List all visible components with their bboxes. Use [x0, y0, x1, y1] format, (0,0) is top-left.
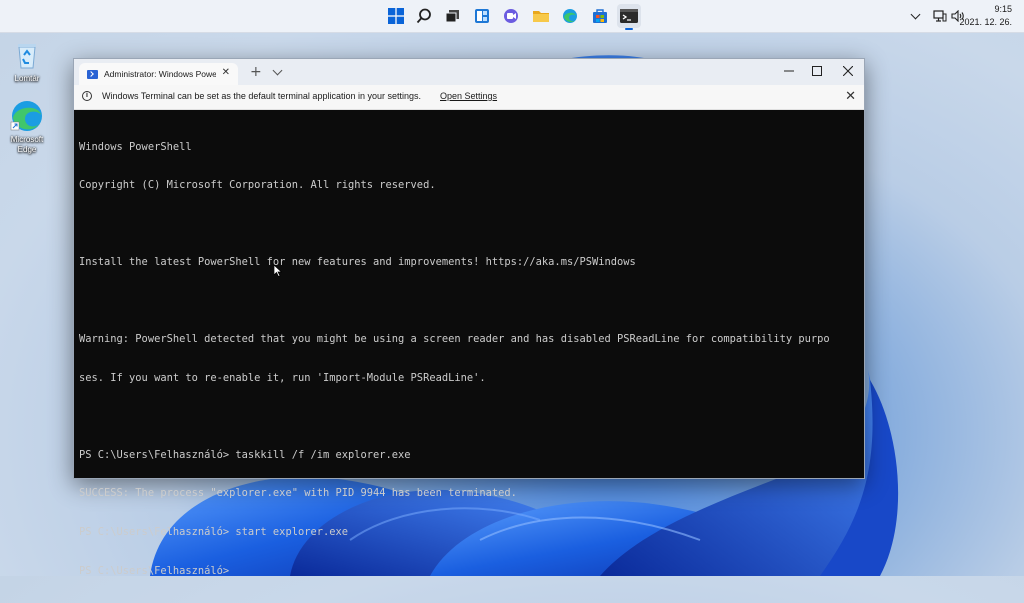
chevron-up-icon[interactable] [909, 9, 923, 23]
console-line: Install the latest PowerShell for new fe… [79, 256, 636, 269]
terminal-window: Administrator: Windows PowerShell ✕ + i … [73, 58, 865, 577]
info-icon: i [82, 91, 92, 101]
maximize-button[interactable] [802, 59, 832, 83]
widgets-icon[interactable] [470, 4, 494, 28]
tab-title: Administrator: Windows PowerShell [104, 69, 216, 79]
start-icon[interactable] [384, 4, 408, 28]
clock[interactable]: 9:15 2021. 12. 26. [959, 3, 1012, 29]
console-prompt[interactable]: PS C:\Users\Felhasználó> [79, 565, 859, 578]
new-tab-button[interactable]: + [250, 64, 262, 80]
console-line: PS C:\Users\Felhasználó> start explorer.… [79, 526, 348, 538]
chat-icon[interactable] [499, 4, 523, 28]
system-tray [909, 0, 965, 32]
close-icon[interactable]: ✕ [222, 67, 230, 78]
taskbar: 9:15 2021. 12. 26. [0, 0, 1024, 33]
console-line: ses. If you want to re-enable it, run 'I… [79, 371, 486, 384]
edge-icon[interactable] [558, 4, 582, 28]
console-line: Windows PowerShell [79, 140, 192, 153]
default-terminal-infobar: i Windows Terminal can be set as the def… [74, 85, 864, 110]
desktop-icon-recycle-bin[interactable]: Lomtár [0, 38, 54, 83]
network-icon[interactable] [933, 7, 947, 26]
title-bar: Administrator: Windows PowerShell ✕ + [74, 59, 864, 85]
open-settings-link[interactable]: Open Settings [440, 91, 497, 101]
search-icon[interactable] [412, 4, 436, 28]
console-output[interactable]: Windows PowerShell Copyright (C) Microso… [79, 115, 859, 603]
mouse-pointer-icon [274, 265, 282, 277]
edge-icon [10, 99, 44, 133]
clock-time: 9:15 [994, 4, 1012, 14]
infobar-message: Windows Terminal can be set as the defau… [102, 91, 421, 101]
console-line: Warning: PowerShell detected that you mi… [79, 333, 830, 346]
console-line: Copyright (C) Microsoft Corporation. All… [79, 179, 436, 192]
clock-date: 2021. 12. 26. [959, 17, 1012, 27]
window-close-button[interactable] [833, 59, 863, 83]
desktop-icon-label: Microsoft Edge [10, 135, 44, 154]
console-line: PS C:\Users\Felhasználó> taskkill /f /im… [79, 448, 411, 461]
file-explorer-icon[interactable] [529, 4, 553, 28]
recycle-bin-icon [10, 38, 44, 72]
console-line: SUCCESS: The process "explorer.exe" with… [79, 487, 517, 500]
terminal-icon[interactable] [617, 4, 641, 30]
infobar-close-icon[interactable]: ✕ [845, 88, 856, 104]
store-icon[interactable] [588, 4, 612, 28]
task-view-icon[interactable] [441, 4, 465, 28]
minimize-button[interactable] [774, 59, 804, 83]
tab-powershell[interactable]: Administrator: Windows PowerShell ✕ [79, 63, 238, 85]
desktop-icon-label: Lomtár [14, 74, 40, 83]
powershell-icon [87, 69, 98, 79]
chevron-down-icon[interactable] [272, 65, 283, 76]
desktop-icon-edge[interactable]: Microsoft Edge [0, 99, 54, 155]
